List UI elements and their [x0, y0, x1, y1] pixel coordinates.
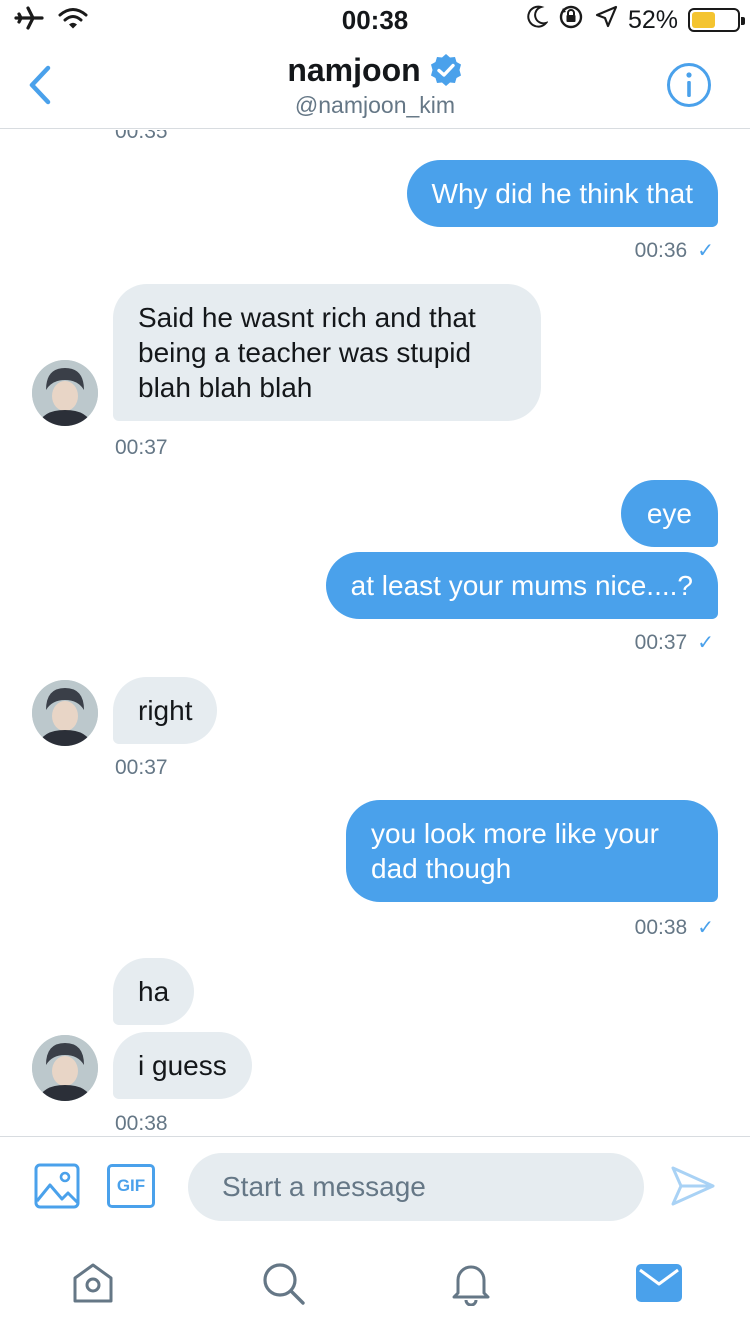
location-icon — [594, 5, 618, 36]
tab-search[interactable] — [258, 1258, 308, 1308]
message-timestamp: 00:38 — [115, 1112, 168, 1136]
timestamp-text: 00:38 — [634, 915, 688, 939]
info-button[interactable] — [666, 62, 712, 108]
search-icon — [263, 1263, 305, 1305]
info-icon — [667, 63, 711, 107]
battery-icon — [688, 8, 745, 32]
conversation-header: namjoon @namjoon_kim — [0, 40, 750, 129]
message-text: Said he wasnt rich and that being a teac… — [113, 284, 541, 421]
timestamp-text: 00:37 — [115, 756, 168, 779]
message-timestamp: 00:37 — [115, 756, 168, 780]
message-text: eye — [620, 480, 718, 547]
timestamp-text: 00:37 — [634, 630, 688, 654]
home-icon — [73, 1263, 113, 1303]
message-input[interactable] — [188, 1153, 644, 1221]
outgoing-message[interactable]: Why did he think that — [406, 160, 718, 227]
moon-icon — [526, 5, 549, 36]
gif-icon: GIF — [116, 1176, 146, 1195]
timestamp-text: 00:38 — [115, 1112, 168, 1135]
verified-badge-icon — [430, 54, 461, 86]
message-timestamp: 00:35 — [115, 130, 168, 143]
message-text: right — [113, 677, 218, 744]
contact-name: namjoon — [287, 52, 421, 88]
add-image-button[interactable] — [34, 1163, 80, 1209]
message-composer: GIF — [0, 1136, 750, 1236]
message-timestamp: 00:37 ✓ — [635, 630, 714, 655]
status-bar: 00:38 52% — [0, 0, 750, 40]
read-check-icon: ✓ — [697, 917, 714, 939]
image-icon — [34, 1163, 80, 1209]
message-timestamp: 00:36 ✓ — [635, 238, 714, 263]
tab-home[interactable] — [68, 1258, 118, 1308]
incoming-message[interactable]: ha — [113, 958, 195, 1025]
status-right: 52% — [526, 4, 745, 37]
read-check-icon: ✓ — [697, 632, 714, 654]
avatar[interactable] — [32, 680, 98, 746]
incoming-message[interactable]: i guess — [113, 1032, 252, 1099]
messages-icon — [636, 1264, 682, 1302]
message-thread[interactable]: 00:35 Why did he think that 00:36 ✓ Said… — [0, 130, 750, 1136]
message-text: i guess — [113, 1032, 252, 1099]
incoming-message[interactable]: Said he wasnt rich and that being a teac… — [113, 284, 541, 421]
outgoing-message[interactable]: eye — [620, 480, 718, 547]
avatar-image — [32, 360, 98, 426]
notifications-icon — [452, 1265, 490, 1306]
contact-handle: @namjoon_kim — [294, 92, 456, 118]
battery-level — [692, 12, 715, 28]
message-text: you look more like your dad though — [346, 800, 718, 902]
tab-notifications[interactable] — [446, 1258, 496, 1308]
tab-messages[interactable] — [634, 1258, 684, 1308]
incoming-message[interactable]: right — [113, 677, 218, 744]
avatar-image — [32, 680, 98, 746]
timestamp-text: 00:37 — [115, 436, 168, 459]
message-timestamp: 00:37 — [115, 436, 168, 460]
send-button[interactable] — [670, 1163, 716, 1209]
outgoing-message[interactable]: you look more like your dad though — [346, 800, 718, 902]
gif-button[interactable]: GIF — [107, 1164, 155, 1208]
message-text: at least your mums nice....? — [325, 552, 718, 619]
header-title-row[interactable]: namjoon — [0, 50, 750, 90]
read-check-icon: ✓ — [697, 240, 714, 262]
send-icon — [671, 1166, 715, 1206]
message-text: Why did he think that — [406, 160, 718, 227]
tab-bar — [0, 1236, 750, 1334]
outgoing-message[interactable]: at least your mums nice....? — [325, 552, 718, 619]
rotation-lock-icon — [558, 4, 584, 37]
message-text: ha — [113, 958, 195, 1025]
avatar[interactable] — [32, 360, 98, 426]
timestamp-text: 00:36 — [634, 238, 688, 262]
avatar-image — [32, 1035, 98, 1101]
message-timestamp: 00:38 ✓ — [635, 915, 714, 940]
battery-nub — [741, 17, 745, 25]
battery-percent: 52% — [627, 5, 678, 34]
avatar[interactable] — [32, 1035, 98, 1101]
